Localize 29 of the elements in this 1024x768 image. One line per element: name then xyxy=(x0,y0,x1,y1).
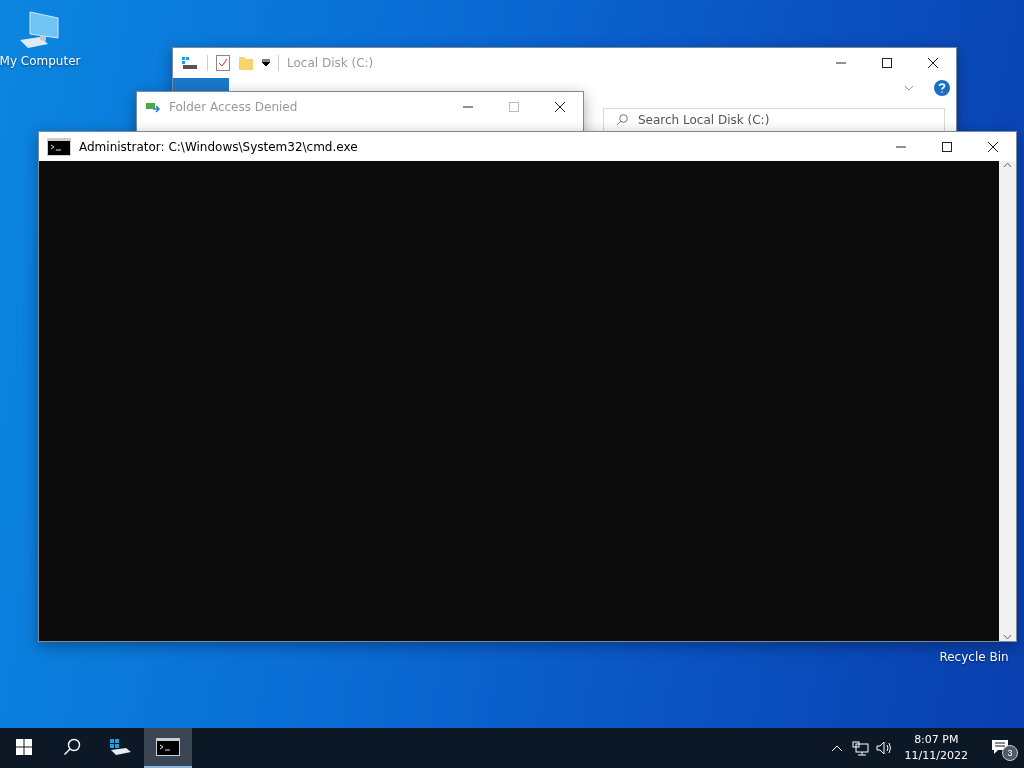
window-title: Administrator: C:\Windows\System32\cmd.exe xyxy=(79,139,359,154)
close-icon[interactable] xyxy=(988,141,998,152)
chevron-down-icon[interactable] xyxy=(904,84,914,92)
console-icon xyxy=(156,738,180,756)
maximize-icon[interactable] xyxy=(942,141,952,152)
drive-icon xyxy=(181,56,199,70)
help-icon[interactable] xyxy=(934,80,950,96)
console-icon xyxy=(47,137,71,156)
scroll-down-icon[interactable] xyxy=(1003,632,1012,641)
close-icon[interactable] xyxy=(928,58,938,68)
clock[interactable]: 8:07 PM 11/11/2022 xyxy=(896,728,976,768)
dropdown-icon[interactable] xyxy=(262,59,270,67)
close-icon[interactable] xyxy=(555,101,565,112)
folder-arrow-icon xyxy=(145,100,161,113)
desktop-icon-label[interactable]: Recycle Bin xyxy=(939,650,1009,664)
checklist-icon[interactable] xyxy=(216,55,230,71)
notification-count: 3 xyxy=(1002,745,1018,761)
maximize-icon[interactable] xyxy=(882,58,892,68)
drive-icon xyxy=(108,737,132,757)
notifications-button[interactable]: 3 xyxy=(976,728,1024,768)
window-title: Local Disk (C:) xyxy=(287,56,375,70)
scroll-up-icon[interactable] xyxy=(1003,161,1012,170)
window-title: Folder Access Denied xyxy=(169,99,299,114)
search-icon xyxy=(616,114,628,126)
windows-logo-icon xyxy=(16,739,32,755)
desktop-icon-label[interactable]: My Computer xyxy=(0,54,81,68)
taskbar-app-button[interactable] xyxy=(144,728,192,768)
chevron-up-icon xyxy=(830,744,843,752)
search-icon xyxy=(63,738,81,756)
